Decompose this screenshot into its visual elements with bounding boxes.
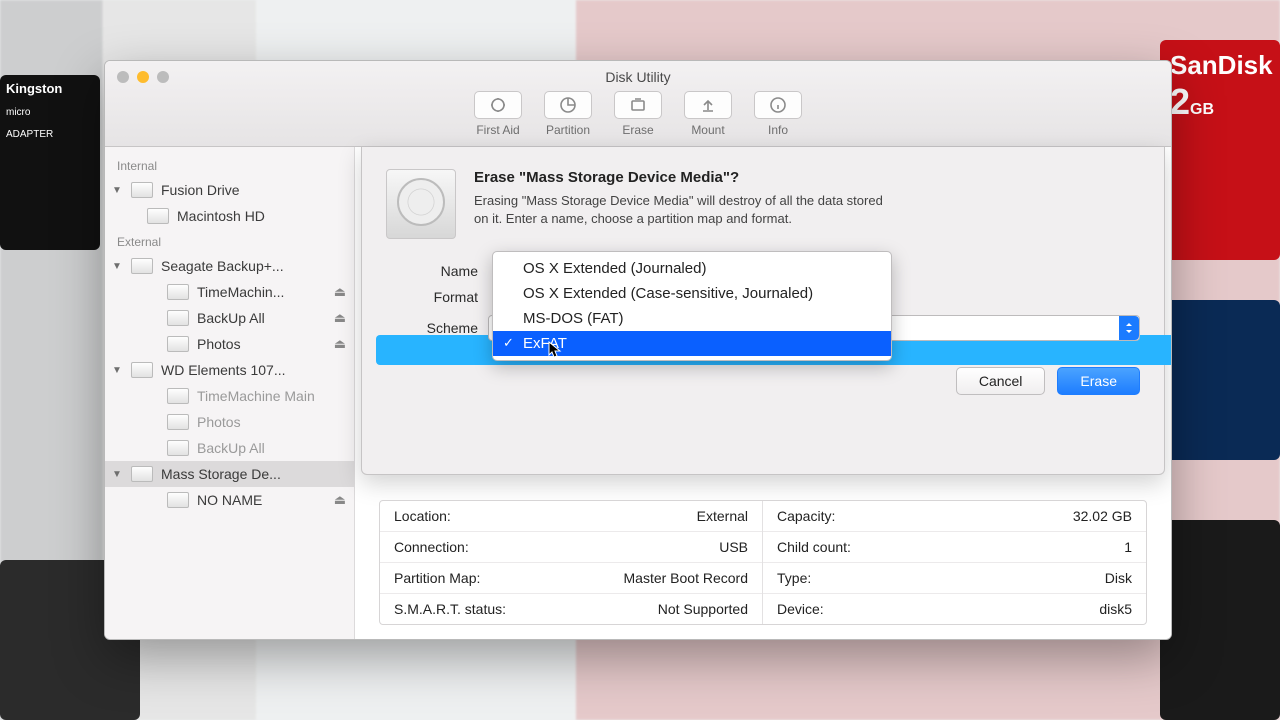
toolbar-partition[interactable]: Partition [539, 91, 597, 137]
sidebar-item-tm-main[interactable]: TimeMachine Main [105, 383, 354, 409]
sidebar-item-backupall2[interactable]: BackUp All [105, 435, 354, 461]
erase-button[interactable]: Erase [1057, 367, 1140, 395]
stepper-icon [1119, 316, 1139, 340]
sheet-heading: Erase "Mass Storage Device Media"? [474, 169, 894, 186]
erase-sheet: Erase "Mass Storage Device Media"? Erasi… [361, 147, 1165, 475]
drive-icon [131, 362, 153, 378]
volume-icon [167, 440, 189, 456]
sidebar-item-photos2[interactable]: Photos [105, 409, 354, 435]
info-icon [769, 96, 787, 114]
sidebar-item-fusion-drive[interactable]: ▼ Fusion Drive [105, 177, 354, 203]
eject-icon[interactable]: ⏏ [334, 310, 346, 326]
sidebar: Internal ▼ Fusion Drive Macintosh HD Ext… [105, 147, 355, 639]
zoom-icon[interactable] [157, 71, 169, 83]
sheet-body: Erasing "Mass Storage Device Media" will… [474, 192, 894, 227]
main-panel: Erase "Mass Storage Device Media"? Erasi… [355, 147, 1171, 639]
chevron-down-icon: ▼ [111, 365, 123, 376]
name-label: Name [386, 263, 478, 279]
sidebar-item-macintosh-hd[interactable]: Macintosh HD [105, 203, 354, 229]
volume-icon [147, 208, 169, 224]
drive-icon [131, 466, 153, 482]
toolbar-first-aid[interactable]: First Aid [469, 91, 527, 137]
mount-icon [699, 96, 717, 114]
toolbar-mount[interactable]: Mount [679, 91, 737, 137]
sidebar-item-timemachine[interactable]: TimeMachin... ⏏ [105, 279, 354, 305]
disk-utility-window: Disk Utility First Aid Partition Erase M… [104, 60, 1172, 640]
window-title: Disk Utility [105, 61, 1171, 85]
volume-icon [167, 284, 189, 300]
sidebar-item-wd-elements[interactable]: ▼ WD Elements 107... [105, 357, 354, 383]
detail-row: Connection:USB [380, 532, 762, 563]
detail-row: S.M.A.R.T. status:Not Supported [380, 594, 762, 624]
format-option-osx-journaled[interactable]: OS X Extended (Journaled) [493, 256, 891, 281]
volume-icon [167, 388, 189, 404]
volume-icon [167, 310, 189, 326]
titlebar: Disk Utility First Aid Partition Erase M… [105, 61, 1171, 147]
format-option-osx-case[interactable]: OS X Extended (Case-sensitive, Journaled… [493, 281, 891, 306]
detail-row: Location:External [380, 501, 762, 532]
toolbar: First Aid Partition Erase Mount Info [105, 91, 1171, 137]
stethoscope-icon [489, 96, 507, 114]
sidebar-item-backupall[interactable]: BackUp All ⏏ [105, 305, 354, 331]
disk-details: Location:External Connection:USB Partiti… [379, 500, 1147, 625]
toolbar-info[interactable]: Info [749, 91, 807, 137]
volume-icon [167, 492, 189, 508]
sidebar-item-photos[interactable]: Photos ⏏ [105, 331, 354, 357]
eject-icon[interactable]: ⏏ [334, 336, 346, 352]
chevron-down-icon: ▼ [111, 469, 123, 480]
sidebar-item-seagate[interactable]: ▼ Seagate Backup+... [105, 253, 354, 279]
close-icon[interactable] [117, 71, 129, 83]
sidebar-item-no-name[interactable]: NO NAME ⏏ [105, 487, 354, 513]
eject-icon[interactable]: ⏏ [334, 284, 346, 300]
drive-icon [131, 182, 153, 198]
cursor-icon [548, 341, 562, 359]
bg-card-kingston: KingstonmicroADAPTER [0, 75, 100, 250]
harddrive-icon [386, 169, 456, 239]
sidebar-item-mass-storage[interactable]: ▼ Mass Storage De... [105, 461, 354, 487]
volume-icon [167, 414, 189, 430]
detail-row: Device:disk5 [763, 594, 1146, 624]
detail-row: Partition Map:Master Boot Record [380, 563, 762, 594]
chevron-down-icon: ▼ [111, 261, 123, 272]
scheme-label: Scheme [386, 320, 478, 336]
bg-card-micro [1160, 300, 1280, 460]
toolbar-erase[interactable]: Erase [609, 91, 667, 137]
volume-icon [167, 336, 189, 352]
detail-row: Child count:1 [763, 532, 1146, 563]
sidebar-header-external: External [105, 229, 354, 253]
bg-card-extreme [1160, 520, 1280, 720]
format-label: Format [386, 289, 478, 305]
chevron-down-icon: ▼ [111, 185, 123, 196]
format-option-msdos[interactable]: MS-DOS (FAT) [493, 306, 891, 331]
pie-icon [559, 96, 577, 114]
bg-card-sandisk: SanDisk2GB [1160, 40, 1280, 260]
erase-icon [629, 96, 647, 114]
eject-icon[interactable]: ⏏ [334, 492, 346, 508]
drive-icon [131, 258, 153, 274]
cancel-button[interactable]: Cancel [956, 367, 1046, 395]
minimize-icon[interactable] [137, 71, 149, 83]
detail-row: Capacity:32.02 GB [763, 501, 1146, 532]
sidebar-header-internal: Internal [105, 153, 354, 177]
detail-row: Type:Disk [763, 563, 1146, 594]
